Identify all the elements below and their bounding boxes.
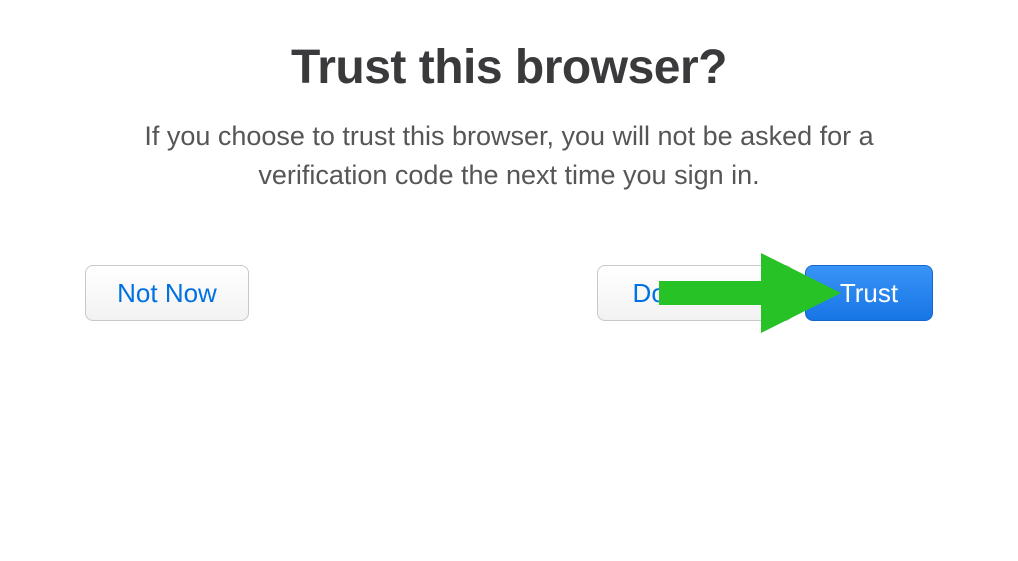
button-group-right: Don't Trust Trust [597,265,933,321]
dialog-title: Trust this browser? [75,40,943,95]
trust-button[interactable]: Trust [805,265,933,321]
dialog-description: If you choose to trust this browser, you… [75,117,943,195]
dont-trust-button[interactable]: Don't Trust [597,265,793,321]
not-now-button[interactable]: Not Now [85,265,249,321]
trust-browser-dialog: Trust this browser? If you choose to tru… [0,0,1018,321]
button-row: Not Now Don't Trust Trust [75,265,943,321]
